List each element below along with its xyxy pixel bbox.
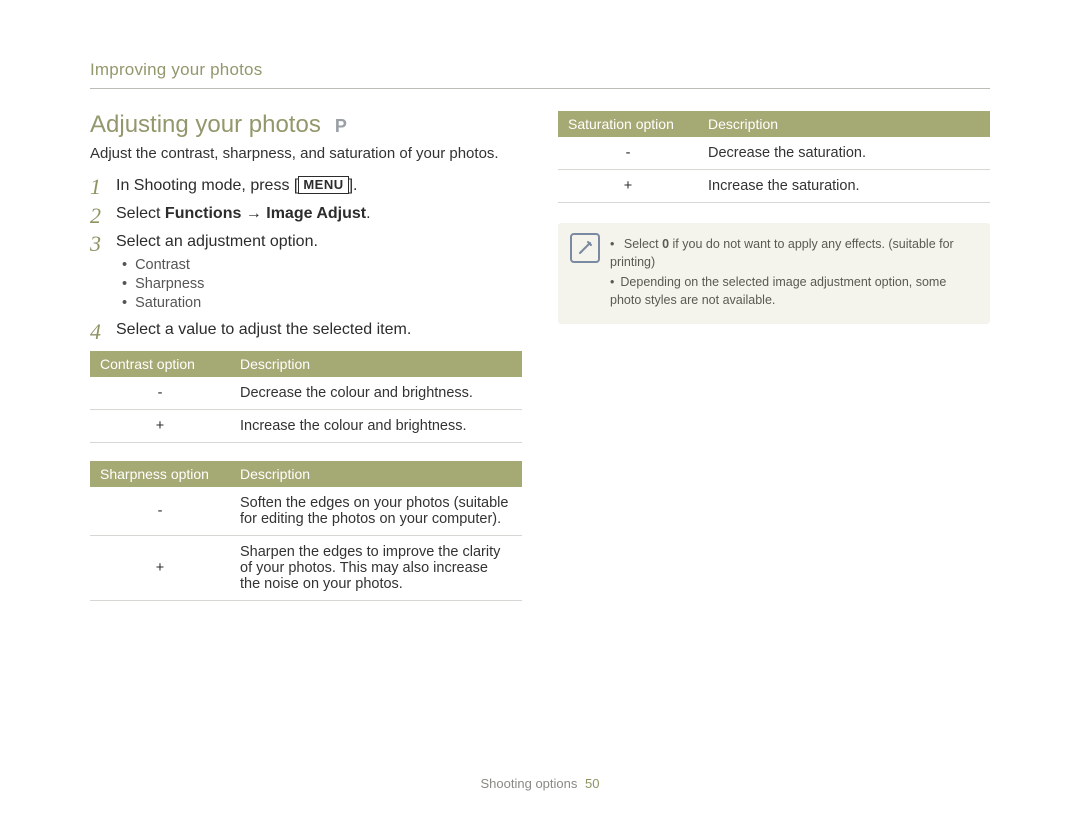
table-row: + Increase the saturation.: [558, 170, 990, 203]
content-columns: Adjusting your photos P Adjust the contr…: [90, 111, 990, 619]
mode-badge: P: [335, 116, 348, 137]
step-1: In Shooting mode, press [MENU].: [90, 176, 522, 195]
saturation-desc-0: Decrease the saturation.: [698, 137, 990, 170]
step-2-bold: Functions → Image Adjust: [165, 205, 366, 222]
sub-sharpness: Sharpness: [122, 276, 522, 292]
step-2: Select Functions → Image Adjust.: [90, 205, 522, 223]
sharpness-opt-0: -: [90, 487, 230, 536]
step-list: In Shooting mode, press [MENU]. Select F…: [90, 176, 522, 339]
note-1-pre: Select: [624, 237, 662, 251]
saturation-opt-1: +: [558, 170, 698, 203]
lead-text: Adjust the contrast, sharpness, and satu…: [90, 145, 522, 162]
step-2-pre: Select: [116, 205, 165, 222]
note-line-1: Select 0 if you do not want to apply any…: [610, 235, 976, 271]
step-1-pre: In Shooting mode, press [: [116, 177, 298, 194]
step-2-post: .: [366, 205, 370, 222]
sharpness-th-option: Sharpness option: [90, 461, 230, 487]
step-1-post: ].: [349, 177, 358, 194]
step-3-sublist: Contrast Sharpness Saturation: [122, 257, 522, 311]
divider: [90, 88, 990, 89]
note-line-2: Depending on the selected image adjustme…: [610, 273, 976, 309]
step-4: Select a value to adjust the selected it…: [90, 321, 522, 339]
contrast-opt-1: +: [90, 410, 230, 443]
contrast-opt-0: -: [90, 377, 230, 410]
sub-contrast: Contrast: [122, 257, 522, 273]
chapter-title: Improving your photos: [90, 60, 990, 80]
saturation-th-option: Saturation option: [558, 111, 698, 137]
saturation-desc-1: Increase the saturation.: [698, 170, 990, 203]
sharpness-table: Sharpness option Description - Soften th…: [90, 461, 522, 601]
saturation-opt-0: -: [558, 137, 698, 170]
step-3: Select an adjustment option. Contrast Sh…: [90, 233, 522, 311]
left-column: Adjusting your photos P Adjust the contr…: [90, 111, 522, 619]
sharpness-desc-1: Sharpen the edges to improve the clarity…: [230, 536, 522, 601]
sharpness-th-desc: Description: [230, 461, 522, 487]
menu-button-label: MENU: [298, 176, 348, 194]
page-footer: Shooting options 50: [0, 776, 1080, 791]
note-box: Select 0 if you do not want to apply any…: [558, 223, 990, 324]
right-column: Saturation option Description - Decrease…: [558, 111, 990, 619]
footer-section: Shooting options: [481, 776, 578, 791]
table-row: - Decrease the saturation.: [558, 137, 990, 170]
saturation-table: Saturation option Description - Decrease…: [558, 111, 990, 203]
step-3-text: Select an adjustment option.: [116, 233, 318, 250]
contrast-desc-1: Increase the colour and brightness.: [230, 410, 522, 443]
table-row: - Decrease the colour and brightness.: [90, 377, 522, 410]
sub-saturation: Saturation: [122, 295, 522, 311]
heading-row: Adjusting your photos P: [90, 111, 522, 139]
footer-page-number: 50: [585, 776, 599, 791]
contrast-th-desc: Description: [230, 351, 522, 377]
section-heading: Adjusting your photos: [90, 111, 321, 139]
sharpness-desc-0: Soften the edges on your photos (suitabl…: [230, 487, 522, 536]
contrast-table: Contrast option Description - Decrease t…: [90, 351, 522, 443]
note-icon: [570, 233, 600, 263]
saturation-th-desc: Description: [698, 111, 990, 137]
note-1-bold: 0: [662, 237, 669, 251]
table-row: - Soften the edges on your photos (suita…: [90, 487, 522, 536]
contrast-th-option: Contrast option: [90, 351, 230, 377]
table-row: + Increase the colour and brightness.: [90, 410, 522, 443]
manual-page: Improving your photos Adjusting your pho…: [0, 0, 1080, 815]
sharpness-opt-1: +: [90, 536, 230, 601]
table-row: + Sharpen the edges to improve the clari…: [90, 536, 522, 601]
contrast-desc-0: Decrease the colour and brightness.: [230, 377, 522, 410]
